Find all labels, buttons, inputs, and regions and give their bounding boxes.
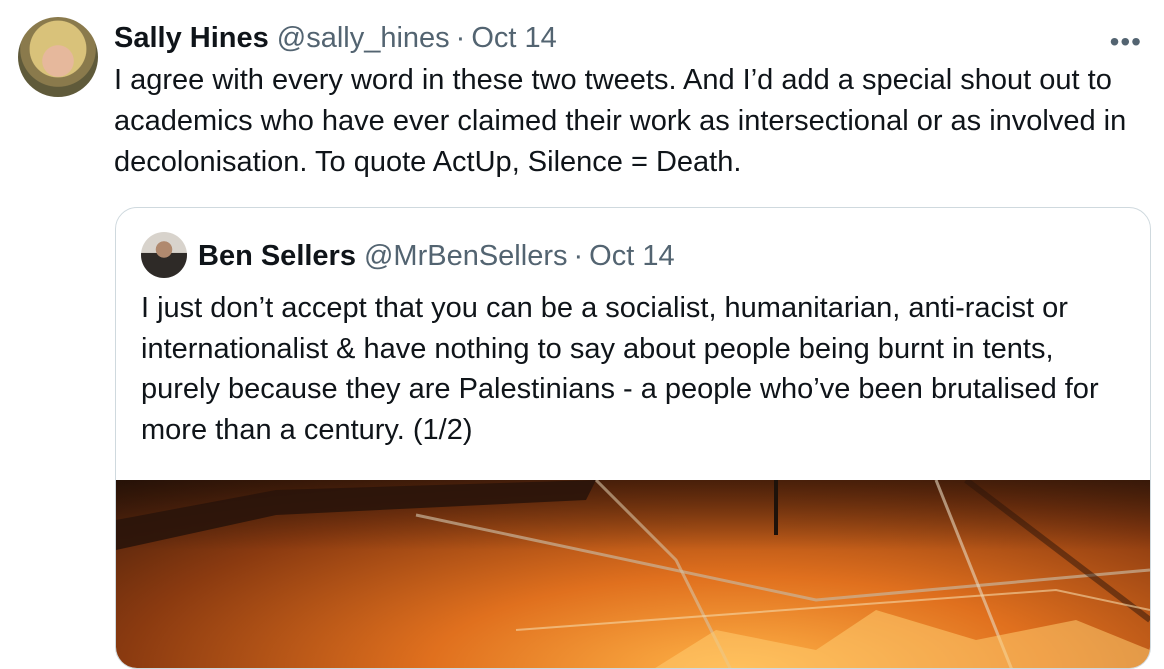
tweet-text: I agree with every word in these two twe… bbox=[114, 64, 1127, 178]
author-name[interactable]: Sally Hines bbox=[114, 22, 269, 55]
quoted-author-name[interactable]: Ben Sellers bbox=[198, 240, 356, 273]
author-avatar[interactable] bbox=[18, 17, 98, 97]
quoted-tweet-date[interactable]: Oct 14 bbox=[589, 240, 674, 273]
author-handle[interactable]: @sally_hines bbox=[277, 22, 450, 55]
quoted-tweet-header: Ben Sellers @MrBenSellers · Oct 14 bbox=[198, 238, 675, 274]
quoted-tweet-card[interactable]: Ben Sellers @MrBenSellers · Oct 14 I jus… bbox=[115, 207, 1151, 669]
quoted-tweet-image[interactable] bbox=[116, 480, 1150, 668]
more-options-icon[interactable]: ••• bbox=[1110, 26, 1142, 58]
quoted-author-handle[interactable]: @MrBenSellers bbox=[364, 240, 568, 273]
quoted-tweet-text: I just don’t accept that you can be a so… bbox=[141, 292, 1099, 446]
fire-scene-illustration bbox=[116, 480, 1150, 668]
tweet-header: Sally Hines @sally_hines · Oct 14 bbox=[114, 20, 557, 56]
header-separator: · bbox=[455, 21, 466, 54]
tweet-date[interactable]: Oct 14 bbox=[471, 22, 556, 55]
quoted-header-separator: · bbox=[573, 239, 584, 272]
quoted-author-avatar[interactable] bbox=[141, 232, 187, 278]
